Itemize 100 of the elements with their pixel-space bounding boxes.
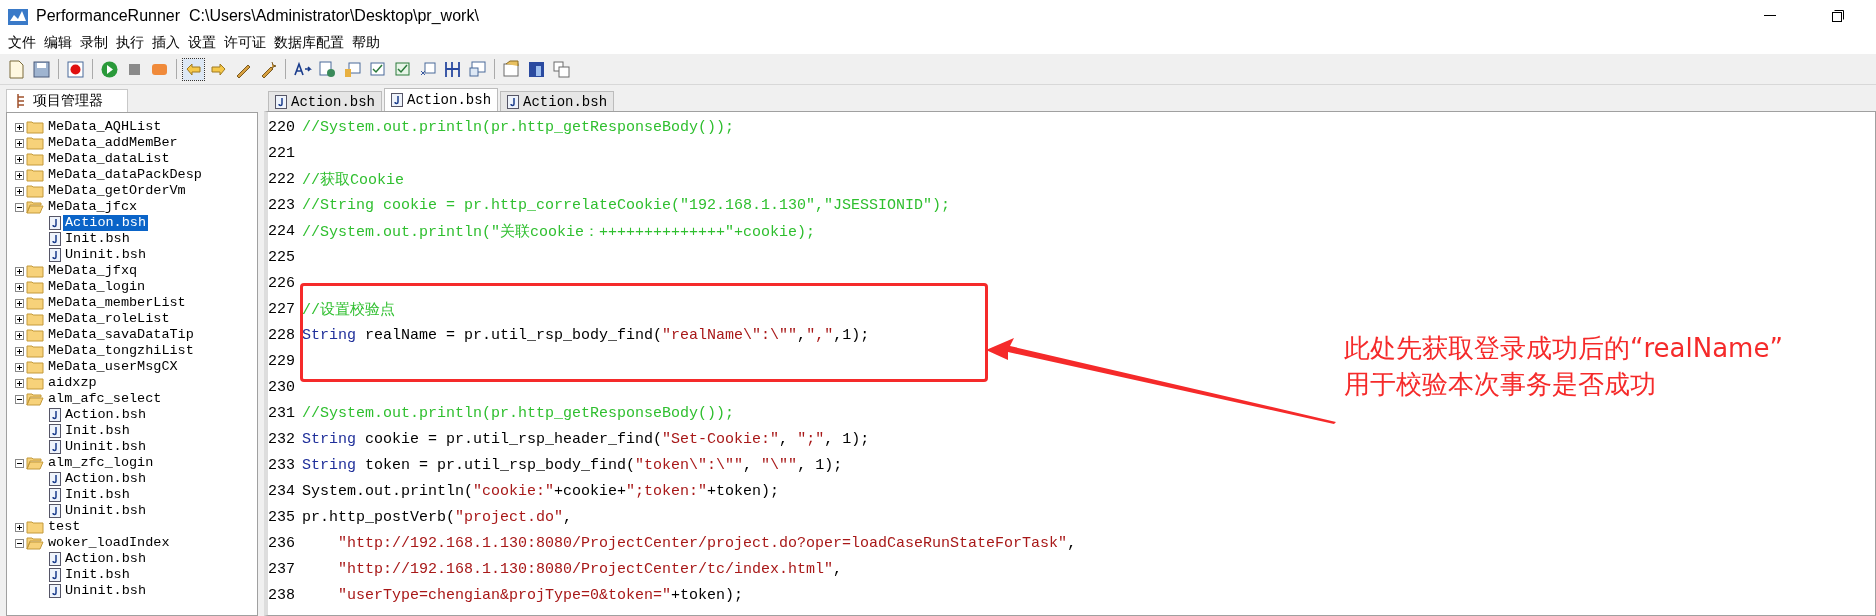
tree-folder[interactable]: MeData_userMsgCX: [46, 359, 180, 375]
tree-folder[interactable]: alm_zfc_login: [46, 455, 156, 471]
tree-folder[interactable]: MeData_dataPackDesp: [46, 167, 204, 183]
open-folder-icon: [26, 536, 44, 550]
collapse-icon[interactable]: [15, 458, 24, 468]
menu-item[interactable]: 帮助: [348, 34, 384, 52]
line-number: 226: [268, 274, 296, 292]
code-line: //设置校验点: [302, 300, 395, 319]
line-number: 228: [268, 326, 296, 344]
line-number: 231: [268, 404, 296, 422]
file-icon: [49, 584, 61, 598]
menu-item[interactable]: 编辑: [40, 34, 76, 52]
line-number: 236: [268, 534, 296, 552]
menu-item[interactable]: 文件: [4, 34, 40, 52]
file-icon: [391, 93, 403, 107]
folder-icon: [26, 264, 44, 278]
tree-folder[interactable]: MeData_getOrderVm: [46, 183, 188, 199]
expand-icon[interactable]: [15, 154, 24, 164]
file-icon: [49, 440, 61, 454]
tree-folder[interactable]: MeData_AQHList: [46, 119, 164, 135]
editor-tab[interactable]: Action.bsh: [384, 88, 499, 111]
tree-item[interactable]: Uninit.bsh: [63, 247, 148, 263]
folder-icon: [26, 152, 44, 166]
editor-tab[interactable]: Action.bsh: [268, 91, 382, 111]
collapse-icon[interactable]: [15, 394, 24, 404]
line-number: 229: [268, 352, 296, 370]
tree-item[interactable]: Action.bsh: [63, 551, 148, 567]
tree-folder[interactable]: MeData_jfcx: [46, 199, 140, 215]
tree-item[interactable]: Action.bsh: [63, 215, 148, 231]
file-icon: [49, 472, 61, 486]
save-icon[interactable]: [31, 58, 52, 80]
tree-folder[interactable]: woker_loadIndex: [46, 535, 172, 551]
collapse-icon[interactable]: [15, 202, 24, 212]
expand-icon[interactable]: [15, 138, 24, 148]
file-icon: [49, 248, 61, 262]
line-number: 230: [268, 378, 296, 396]
code-line: "userType=chengian&projType=0&token="+token);: [338, 586, 744, 604]
expand-icon[interactable]: [15, 186, 24, 196]
tree-folder[interactable]: MeData_tongzhiList: [46, 343, 196, 359]
folder-icon: [26, 312, 44, 326]
menu-item[interactable]: 许可证: [220, 34, 270, 52]
menu-item[interactable]: 插入: [148, 34, 184, 52]
folder-icon: [26, 360, 44, 374]
restore-icon[interactable]: [1832, 10, 1844, 22]
expand-icon[interactable]: [15, 378, 24, 388]
expand-icon[interactable]: [15, 522, 24, 532]
tree-folder[interactable]: alm_afc_select: [46, 391, 164, 407]
message-icon[interactable]: [467, 58, 488, 80]
collapse-icon[interactable]: [15, 538, 24, 548]
panel-tab[interactable]: 项目管理器: [6, 89, 128, 112]
tree-item[interactable]: Uninit.bsh: [63, 503, 148, 519]
tree-item[interactable]: Action.bsh: [63, 407, 148, 423]
tree-item[interactable]: Init.bsh: [63, 231, 132, 247]
line-number: 220: [268, 118, 296, 136]
tree-folder[interactable]: aidxzp: [46, 375, 99, 391]
tree-folder[interactable]: MeData_login: [46, 279, 148, 295]
minimize-icon[interactable]: [1764, 15, 1776, 17]
window-list-icon[interactable]: [551, 58, 572, 80]
code-line: //System.out.println(pr.http_getResponseBody());: [302, 118, 735, 136]
folder-icon: [26, 120, 44, 134]
folder-icon: [26, 184, 44, 198]
file-icon: [507, 94, 520, 109]
editor-tab[interactable]: Action.bsh: [500, 91, 615, 111]
undo-icon[interactable]: [183, 58, 204, 80]
line-number: 225: [268, 248, 296, 266]
expand-icon[interactable]: [15, 346, 24, 356]
tree-folder[interactable]: MeData_memberList: [46, 295, 188, 311]
tree-item[interactable]: Action.bsh: [63, 471, 148, 487]
expand-icon[interactable]: [15, 282, 24, 292]
checkpoint-icon[interactable]: [317, 58, 338, 80]
expand-icon[interactable]: [15, 314, 24, 324]
menu-item[interactable]: 执行: [112, 34, 148, 52]
folder-icon: [26, 520, 44, 534]
menu-item[interactable]: 设置: [184, 34, 220, 52]
expand-icon[interactable]: [15, 298, 24, 308]
annotation-text: 用于校验本次事务是否成功: [1344, 368, 1657, 401]
tree-item[interactable]: Init.bsh: [63, 567, 132, 583]
menu-item[interactable]: 数据库配置: [270, 34, 348, 52]
expand-icon[interactable]: [15, 122, 24, 132]
menu-item[interactable]: 录制: [76, 34, 112, 52]
expand-icon[interactable]: [15, 266, 24, 276]
open-folder-icon: [26, 456, 44, 470]
tree-folder[interactable]: MeData_dataList: [46, 151, 172, 167]
tree-item[interactable]: Uninit.bsh: [63, 583, 148, 599]
tree-item[interactable]: Init.bsh: [63, 423, 132, 439]
line-number: 227: [268, 300, 296, 318]
tree-folder[interactable]: MeData_addMemBer: [46, 135, 180, 151]
code-line: //String cookie = pr.http_correlateCookie("192.168.1.130","JSESSIONID");: [302, 196, 951, 214]
tree-item[interactable]: Init.bsh: [63, 487, 132, 503]
tree-folder[interactable]: test: [46, 519, 83, 535]
tree-folder[interactable]: MeData_savaDataTip: [46, 327, 196, 343]
line-number: 235: [268, 508, 296, 526]
expand-icon[interactable]: [15, 330, 24, 340]
code-line: String token = pr.util_rsp_body_find("token\":\"", "\"", 1);: [302, 456, 843, 474]
expand-icon[interactable]: [15, 362, 24, 372]
record-icon[interactable]: [65, 58, 86, 80]
tree-folder[interactable]: MeData_jfxq: [46, 263, 140, 279]
tree-folder[interactable]: MeData_roleList: [46, 311, 172, 327]
tree-item[interactable]: Uninit.bsh: [63, 439, 148, 455]
expand-icon[interactable]: [15, 170, 24, 180]
